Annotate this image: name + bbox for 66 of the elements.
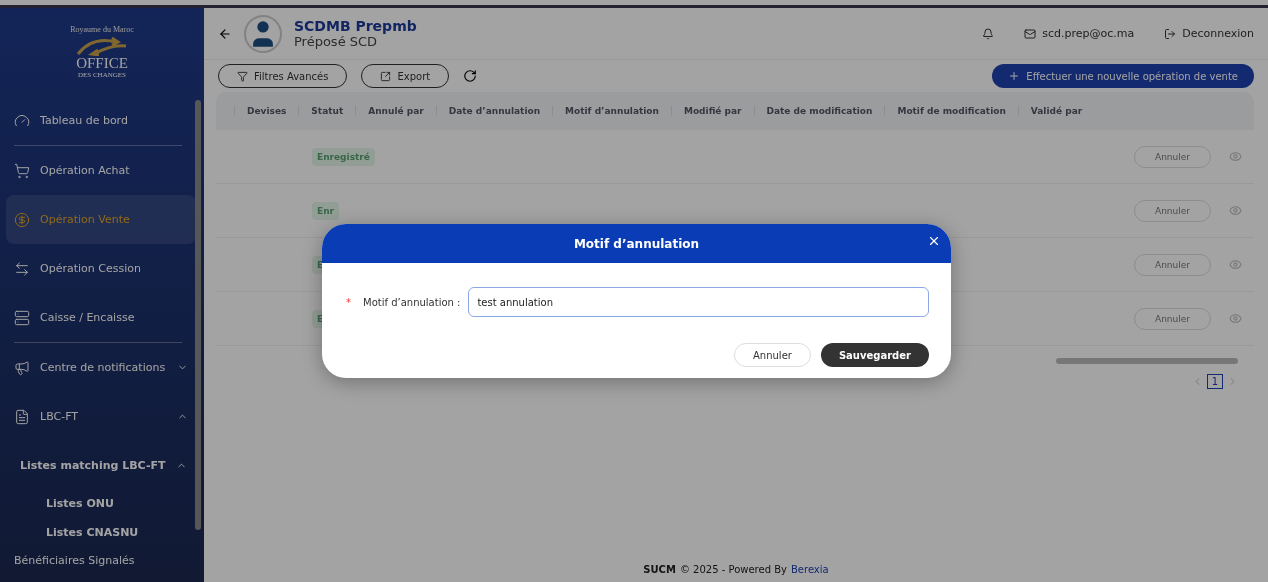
status-badge: Enr xyxy=(312,201,339,220)
document-icon xyxy=(14,408,30,425)
column-header[interactable]: Motif de modification xyxy=(884,106,1018,116)
sidebar-item[interactable]: Bénéficiaires Signalés xyxy=(6,547,196,573)
avatar-icon xyxy=(244,14,282,53)
cancel-button[interactable]: Annuler xyxy=(1134,199,1211,222)
modal-title: Motif d’annulation xyxy=(573,236,700,251)
status-badge: Enregistré xyxy=(312,147,375,166)
eye-icon[interactable] xyxy=(1229,150,1242,163)
gauge-icon xyxy=(14,112,30,129)
cancel-button[interactable]: Annuler xyxy=(734,343,811,367)
sidebar-item[interactable]: LBC-FT xyxy=(6,392,196,441)
arrows-icon xyxy=(14,260,30,277)
cancel-button[interactable]: Annuler xyxy=(1134,145,1211,168)
save-button[interactable]: Sauvegarder xyxy=(820,343,929,367)
input-field[interactable]: test annulation xyxy=(468,287,929,317)
logout-icon xyxy=(1164,27,1177,40)
filter-button[interactable]: Filtres Avancés xyxy=(218,64,348,88)
megaphone-icon xyxy=(14,359,30,376)
column-header[interactable]: Motif d’annulation xyxy=(552,106,671,116)
column-header[interactable]: Modifié par xyxy=(670,106,754,116)
plus-icon xyxy=(1008,70,1021,82)
server-icon xyxy=(14,309,30,326)
filter-icon xyxy=(237,70,248,82)
eye-icon[interactable] xyxy=(1229,312,1242,325)
field-label: Motif d’annulation : xyxy=(363,296,461,308)
export-button[interactable]: Export xyxy=(361,64,450,88)
logout-link[interactable]: Deconnexion xyxy=(1164,27,1254,40)
scrollbar[interactable] xyxy=(195,100,201,530)
horizontal-scrollbar[interactable] xyxy=(1056,358,1238,364)
mail-icon xyxy=(1024,27,1037,40)
user-role: Préposé SCD xyxy=(294,34,379,49)
footer-brand: SUCM xyxy=(643,563,676,575)
user-name: SCDMB Prepmb xyxy=(294,18,417,34)
column-header[interactable]: Validé par xyxy=(1017,106,1095,116)
sidebar-item[interactable]: Centre de notifications xyxy=(6,343,196,392)
sidebar-subitem[interactable]: Listes matching LBC-FT xyxy=(6,441,196,489)
column-header[interactable]: Devises xyxy=(234,106,299,116)
sidebar-item[interactable]: Opération Achat xyxy=(6,146,196,195)
close-icon xyxy=(927,234,941,248)
close-button[interactable] xyxy=(927,234,941,248)
dollar-icon xyxy=(14,211,30,228)
sidebar-item[interactable]: Caisse / Encaisse xyxy=(6,293,196,342)
cancel-button[interactable]: Annuler xyxy=(1134,253,1211,276)
eye-icon[interactable] xyxy=(1229,204,1242,217)
eye-icon[interactable] xyxy=(1229,258,1242,271)
column-header[interactable]: Date de modification xyxy=(753,106,885,116)
sidebar-item[interactable]: Tableau de bord xyxy=(6,96,196,145)
required-mark: * xyxy=(346,296,351,308)
refresh-icon[interactable] xyxy=(463,69,478,83)
column-header[interactable]: Date d’annulation xyxy=(435,106,553,116)
sidebar-item[interactable]: Opération Cession xyxy=(6,244,196,293)
email-link[interactable]: scd.prep@oc.ma xyxy=(1024,27,1135,40)
bell-icon[interactable] xyxy=(982,27,995,40)
sidebar-subitem[interactable]: Listes CNASNU xyxy=(6,518,196,547)
page-number[interactable]: 1 xyxy=(1206,374,1223,389)
sidebar-subitem[interactable]: Listes ONU xyxy=(6,489,196,518)
export-icon xyxy=(380,70,392,82)
footer-text: © 2025 - Powered By xyxy=(679,563,787,575)
back-arrow-icon[interactable] xyxy=(218,26,232,41)
column-header[interactable]: Annulé par xyxy=(355,106,436,116)
cancel-button[interactable]: Annuler xyxy=(1134,307,1211,330)
cart-icon xyxy=(14,162,30,179)
footer-link[interactable]: Berexia xyxy=(791,563,829,575)
new-operation-button[interactable]: Effectuer une nouvelle opération de vente xyxy=(992,64,1254,88)
column-header[interactable]: Statut xyxy=(298,106,356,116)
